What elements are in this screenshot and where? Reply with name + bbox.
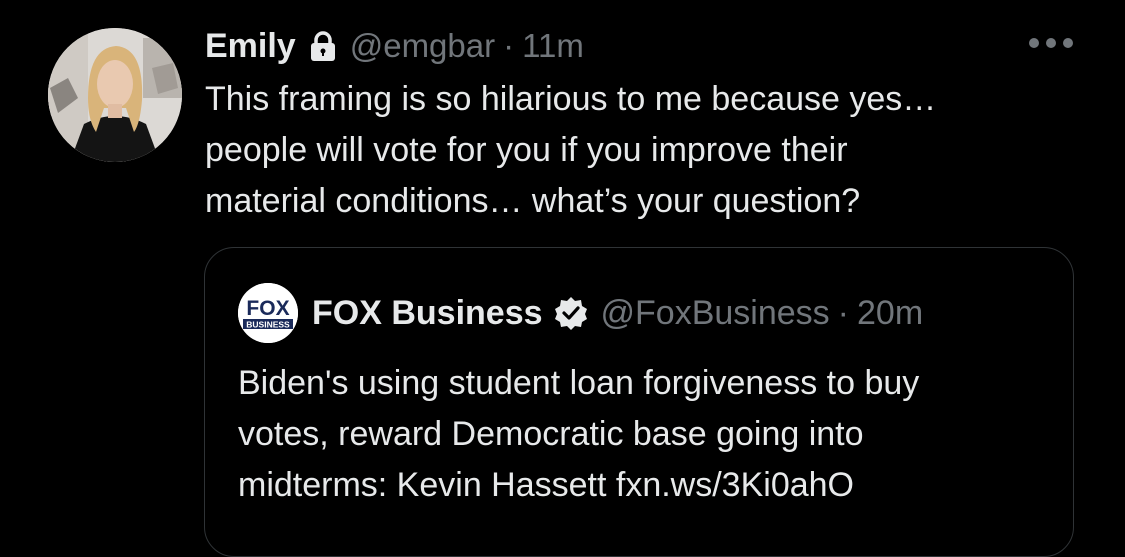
- quoted-author-name[interactable]: FOX Business: [312, 294, 543, 333]
- fox-logo-subtext: BUSINESS: [246, 320, 290, 330]
- tweet-header: Emily @emgbar · 11m: [205, 24, 584, 68]
- quoted-author-handle[interactable]: @FoxBusiness: [601, 294, 830, 333]
- author-handle[interactable]: @emgbar: [350, 27, 495, 65]
- fox-logo-text: FOX: [246, 297, 289, 320]
- tweet-timestamp[interactable]: 11m: [522, 27, 584, 65]
- quoted-tweet-text: Biden's using student loan forgiveness t…: [238, 364, 920, 504]
- quoted-tweet-timestamp[interactable]: 20m: [857, 294, 923, 333]
- more-options-icon[interactable]: [1029, 36, 1073, 50]
- tweet-text: This framing is so hilarious to me becau…: [205, 80, 937, 220]
- verified-badge-icon: [553, 295, 589, 331]
- fox-business-avatar[interactable]: FOX BUSINESS: [238, 283, 298, 343]
- author-avatar[interactable]: [48, 28, 182, 162]
- author-name[interactable]: Emily: [205, 27, 296, 66]
- quoted-tweet-header: FOX BUSINESS FOX Business @FoxBusiness ·…: [238, 283, 923, 343]
- tweet[interactable]: Emily @emgbar · 11m This framing is so h…: [0, 0, 1125, 557]
- quoted-tweet-card[interactable]: FOX BUSINESS FOX Business @FoxBusiness ·…: [204, 247, 1074, 557]
- separator-dot: ·: [503, 27, 515, 64]
- lock-icon: [308, 30, 338, 62]
- separator-dot: ·: [837, 293, 849, 332]
